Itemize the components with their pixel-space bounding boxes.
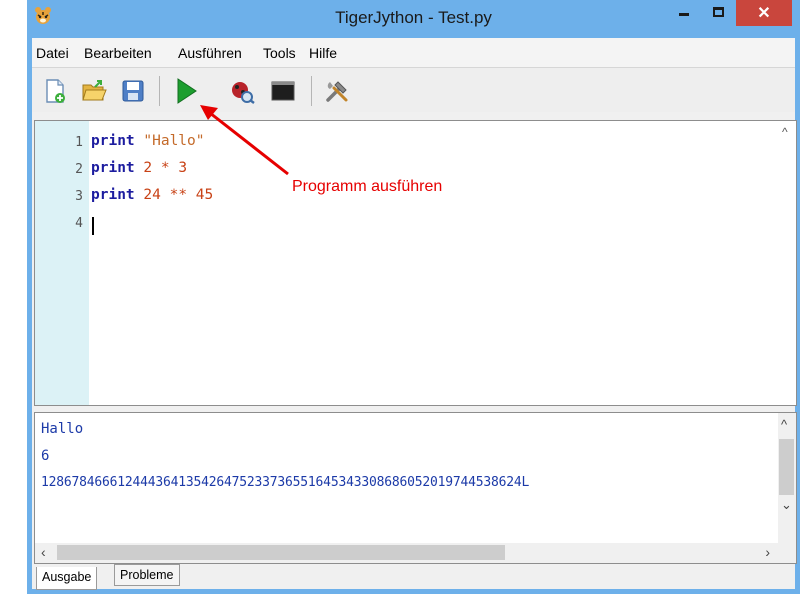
keyword-print: print xyxy=(91,187,135,203)
toolbar-separator xyxy=(311,76,312,106)
menu-ausfuehren[interactable]: Ausführen xyxy=(178,45,242,61)
console-icon[interactable] xyxy=(270,78,296,104)
new-file-icon[interactable] xyxy=(42,78,68,104)
title-bar[interactable]: TigerJython - Test.py ✕ xyxy=(27,0,800,38)
minimize-button[interactable] xyxy=(670,0,700,26)
operator: * xyxy=(160,160,170,176)
keyword-print: print xyxy=(91,133,135,149)
output-line: 6 xyxy=(41,448,50,464)
scroll-down-icon[interactable]: ⌄ xyxy=(781,497,792,513)
line-number: 1 xyxy=(75,135,83,150)
minimize-icon xyxy=(679,13,689,16)
number-literal: 24 xyxy=(143,187,161,203)
menu-datei[interactable]: Datei xyxy=(36,45,69,61)
code-line: print 24 ** 45 xyxy=(91,187,213,203)
text-caret xyxy=(92,217,94,235)
toolbar-separator xyxy=(159,76,160,106)
scroll-thumb[interactable] xyxy=(779,439,794,495)
scroll-right-icon[interactable]: › xyxy=(765,544,770,560)
line-number: 4 xyxy=(75,216,83,231)
scroll-up-icon[interactable]: ^ xyxy=(781,417,787,432)
output-line: Hallo xyxy=(41,421,84,437)
line-number: 3 xyxy=(75,189,83,204)
tab-ausgabe[interactable]: Ausgabe xyxy=(36,567,98,590)
client-area: Datei Bearbeiten Ausführen Tools Hilfe 1… xyxy=(32,38,797,590)
code-line: print 2 * 3 xyxy=(91,160,187,176)
menu-hilfe[interactable]: Hilfe xyxy=(309,45,337,61)
menu-bearbeiten[interactable]: Bearbeiten xyxy=(84,45,152,61)
close-button[interactable]: ✕ xyxy=(736,0,792,26)
bottom-tab-bar: Ausgabe Probleme xyxy=(32,564,795,590)
output-horizontal-scrollbar[interactable]: ‹ › xyxy=(35,543,796,563)
output-line: 1286784666124443641354264752337365516453… xyxy=(41,475,530,490)
toolbar xyxy=(32,68,795,112)
code-editor[interactable]: 1 2 3 4 print "Hallo" print 2 * 3 print … xyxy=(34,120,797,406)
close-icon: ✕ xyxy=(757,5,771,22)
run-icon[interactable] xyxy=(172,76,200,106)
maximize-icon xyxy=(713,7,724,17)
save-icon[interactable] xyxy=(120,78,146,104)
app-window: TigerJython - Test.py ✕ Datei Bearbeiten… xyxy=(27,0,800,594)
scroll-left-icon[interactable]: ‹ xyxy=(41,544,46,560)
scroll-thumb[interactable] xyxy=(57,545,505,560)
tab-probleme[interactable]: Probleme xyxy=(114,564,180,586)
operator: ** xyxy=(169,187,188,203)
number-literal: 3 xyxy=(178,160,188,176)
editor-vertical-scrollbar[interactable]: ^ xyxy=(778,121,796,405)
open-folder-icon[interactable] xyxy=(81,78,107,104)
number-literal: 2 xyxy=(143,160,153,176)
scroll-up-icon[interactable]: ^ xyxy=(782,125,788,139)
line-number-gutter: 1 2 3 4 xyxy=(35,121,89,405)
number-literal: 45 xyxy=(195,187,214,203)
output-console[interactable]: Hallo 6 12867846661244436413542647523373… xyxy=(34,412,797,564)
output-vertical-scrollbar[interactable]: ^ ⌄ xyxy=(778,413,796,543)
annotation-label: Programm ausführen xyxy=(292,178,443,195)
menu-bar: Datei Bearbeiten Ausführen Tools Hilfe xyxy=(32,38,795,68)
keyword-print: print xyxy=(91,160,135,176)
debug-icon[interactable] xyxy=(229,78,255,104)
menu-tools[interactable]: Tools xyxy=(263,45,296,61)
code-line: print "Hallo" xyxy=(91,133,205,149)
maximize-button[interactable] xyxy=(702,0,736,26)
tools-icon[interactable] xyxy=(324,78,350,104)
scrollbar-corner xyxy=(778,543,796,563)
string-literal: "Hallo" xyxy=(143,133,205,149)
line-number: 2 xyxy=(75,162,83,177)
